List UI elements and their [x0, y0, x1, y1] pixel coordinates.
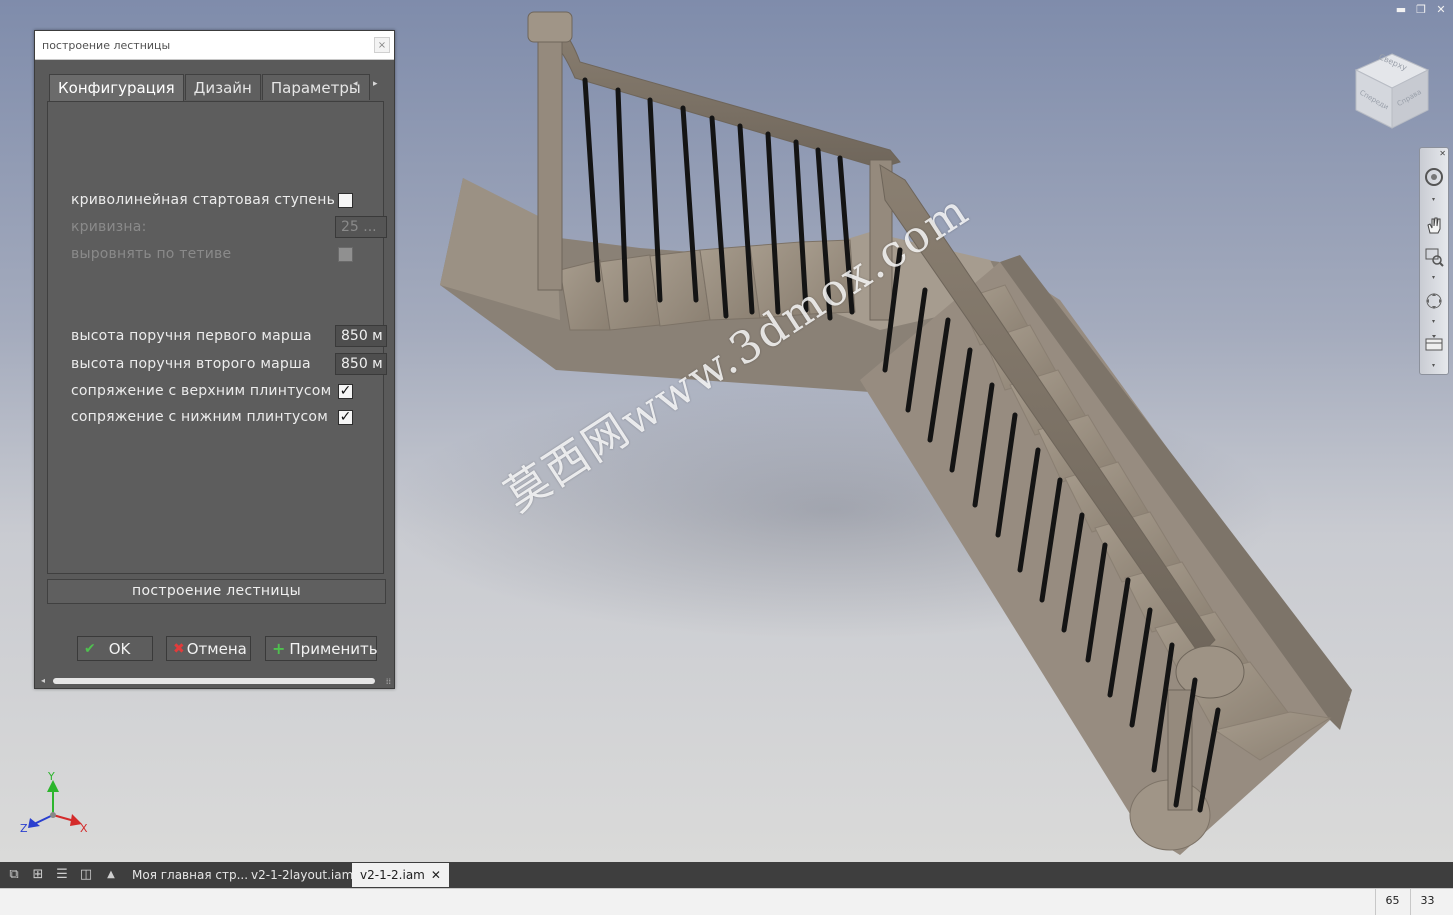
apply-button[interactable]: + Применить [265, 636, 378, 661]
cascade-windows-icon[interactable]: ⧉ [6, 867, 22, 883]
plus-icon: + [272, 639, 286, 658]
axis-triad: Y X Z [18, 770, 98, 840]
scrollbar-thumb[interactable] [53, 678, 375, 684]
upper-handrail [544, 21, 901, 169]
status-count-2: 33 [1410, 889, 1444, 915]
tab-configuration[interactable]: Конфигурация [49, 74, 184, 101]
top-newel-cap [527, 11, 573, 43]
curved-start-checkbox[interactable] [338, 193, 353, 208]
doc-tab-active-label: v2-1-2.iam [360, 868, 425, 882]
rail-height-first-label: высота поручня первого марша [71, 328, 312, 344]
rail-height-second-label: высота поручня второго марша [71, 356, 311, 372]
navigation-bar: ✕ ▾ ▾ ▾ ▾ [1419, 147, 1449, 375]
configuration-panel: криволинейная стартовая ступень кривизна… [47, 101, 387, 574]
cancel-x-icon: ✖ [173, 640, 185, 657]
close-icon[interactable]: ✕ [1435, 4, 1447, 16]
apply-label: Применить [289, 639, 378, 658]
join-top-skirting-label: сопряжение с верхним плинтусом [71, 383, 332, 399]
dialog-horizontal-scrollbar[interactable]: ◂ [39, 676, 384, 686]
top-newel-post [537, 39, 563, 291]
check-icon: ✔ [84, 640, 96, 657]
scroll-left-icon[interactable]: ◂ [41, 676, 45, 685]
stair-builder-dialog: построение лестницы × Конфигурация Дизай… [34, 30, 395, 689]
steering-wheel-icon[interactable] [1423, 166, 1445, 188]
ok-label: OK [108, 639, 131, 658]
doc-tab-layout[interactable]: v2-1-2layout.iam [243, 863, 361, 887]
curved-start-label: криволинейная стартовая ступень [71, 192, 336, 208]
doc-tab-active[interactable]: v2-1-2.iam ✕ [352, 863, 449, 887]
doc-tab-home[interactable]: Моя главная стр... [124, 863, 256, 887]
join-bottom-skirting-label: сопряжение с нижним плинтусом [71, 409, 328, 425]
align-stringer-label: выровнять по тетиве [71, 246, 232, 262]
join-top-skirting-checkbox[interactable]: ✓ [338, 384, 353, 399]
tile-horizontal-icon[interactable]: ☰ [54, 867, 70, 883]
dialog-titlebar[interactable]: построение лестницы × [35, 31, 394, 60]
document-tab-bar: ⧉ ⊞ ☰ ◫ ▲ Моя главная стр... v2-1-2layou… [0, 862, 1453, 888]
navbar-dropdown-icon-3[interactable]: ▾ [1432, 318, 1435, 325]
view-cube[interactable]: Сверху Спереди Справа [1352, 50, 1432, 130]
restore-icon[interactable]: ❐ [1415, 4, 1427, 16]
rail-height-second-field[interactable]: 850 м [335, 353, 387, 375]
cancel-button[interactable]: ✖ Отмена [166, 636, 251, 661]
navbar-close-icon[interactable]: ✕ [1439, 149, 1446, 158]
curvature-field: 25 ... [335, 216, 387, 238]
status-bar: 65 33 [0, 888, 1453, 915]
dialog-title: построение лестницы [42, 39, 171, 52]
tab-design[interactable]: Дизайн [184, 74, 261, 100]
doc-tab-close-icon[interactable]: ✕ [431, 868, 441, 882]
ok-button[interactable]: ✔ OK [77, 636, 153, 661]
rail-height-first-field[interactable]: 850 м [335, 325, 387, 347]
curvature-label: кривизна: [71, 219, 147, 235]
minimize-icon[interactable]: ▬ [1395, 4, 1407, 16]
tile-grid-icon[interactable]: ⊞ [30, 867, 46, 883]
tab-scroll-left-icon[interactable]: ◂ [353, 79, 358, 89]
navbar-expand-icon[interactable]: ▾ [1432, 362, 1435, 369]
build-stairs-button[interactable]: построение лестницы [47, 579, 386, 604]
pan-hand-icon[interactable] [1423, 214, 1445, 236]
join-bottom-skirting-checkbox[interactable]: ✓ [338, 410, 353, 425]
axis-x-label: X [80, 822, 88, 835]
tab-scroll-right-icon[interactable]: ▸ [373, 79, 378, 89]
navbar-dropdown-icon[interactable]: ▾ [1432, 196, 1435, 203]
resize-grip-icon[interactable]: ⁞⁞ [386, 677, 391, 686]
tab-overflow-icon[interactable]: ▲ [103, 867, 119, 883]
tile-vertical-icon[interactable]: ◫ [78, 867, 94, 883]
orbit-icon[interactable] [1423, 290, 1445, 312]
navbar-dropdown-icon-2[interactable]: ▾ [1432, 274, 1435, 281]
cancel-label: Отмена [186, 639, 247, 658]
align-stringer-checkbox [338, 247, 353, 262]
axis-y-label: Y [48, 770, 55, 783]
dialog-tabs: Конфигурация Дизайн Параметры [49, 74, 371, 101]
dialog-close-button[interactable]: × [374, 37, 390, 53]
look-at-icon[interactable] [1423, 332, 1445, 354]
axis-z-label: Z [20, 822, 28, 835]
zoom-window-icon[interactable] [1423, 246, 1445, 268]
window-controls: ▬ ❐ ✕ [1395, 4, 1447, 16]
status-count-1: 65 [1375, 889, 1409, 915]
